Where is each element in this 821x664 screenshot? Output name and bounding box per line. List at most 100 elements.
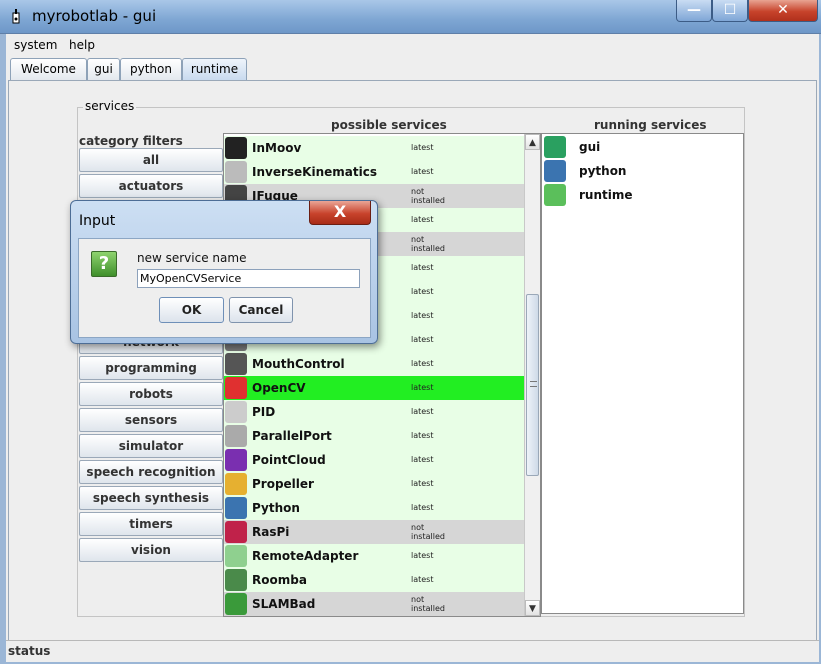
service-row[interactable]: SLAMBad not installed bbox=[224, 592, 524, 616]
service-status-line: installed bbox=[411, 196, 445, 205]
service-row[interactable]: Python latest bbox=[224, 496, 524, 520]
category-sensors-button[interactable]: sensors bbox=[79, 408, 223, 432]
service-status: latest bbox=[411, 359, 434, 368]
mouth-icon bbox=[225, 353, 247, 375]
running-service-name: python bbox=[579, 164, 627, 178]
service-name: InverseKinematics bbox=[252, 165, 377, 179]
tab-gui[interactable]: gui bbox=[87, 58, 120, 80]
service-row[interactable]: Propeller latest bbox=[224, 472, 524, 496]
running-service-row[interactable]: python bbox=[542, 159, 743, 183]
scroll-up-arrow-icon[interactable]: ▲ bbox=[525, 134, 540, 150]
menu-bar: system help bbox=[6, 34, 819, 56]
service-name-label: new service name bbox=[137, 251, 247, 265]
category-timers-button[interactable]: timers bbox=[79, 512, 223, 536]
service-name: PointCloud bbox=[252, 453, 326, 467]
category-actuators-button[interactable]: actuators bbox=[79, 174, 223, 198]
gui-icon bbox=[544, 136, 566, 158]
service-row[interactable]: RasPi not installed bbox=[224, 520, 524, 544]
service-name: RasPi bbox=[252, 525, 290, 539]
service-status-line: latest bbox=[411, 431, 434, 440]
service-status-line: latest bbox=[411, 167, 434, 176]
service-status: latest bbox=[411, 143, 434, 152]
service-name-input[interactable] bbox=[137, 269, 360, 288]
service-name: OpenCV bbox=[252, 381, 306, 395]
maximize-button[interactable]: ☐ bbox=[712, 0, 748, 22]
scroll-down-arrow-icon[interactable]: ▼ bbox=[525, 600, 540, 616]
service-status-line: latest bbox=[411, 287, 434, 296]
scroll-thumb[interactable] bbox=[526, 294, 539, 476]
service-status: not installed bbox=[411, 235, 445, 253]
app-icon bbox=[12, 9, 20, 24]
tab-welcome[interactable]: Welcome bbox=[10, 58, 87, 80]
service-status-line: not bbox=[411, 523, 425, 532]
menu-system[interactable]: system bbox=[14, 38, 57, 52]
service-row[interactable]: Roomba latest bbox=[224, 568, 524, 592]
python-icon bbox=[225, 497, 247, 519]
service-status-line: latest bbox=[411, 455, 434, 464]
category-simulator-button[interactable]: simulator bbox=[79, 434, 223, 458]
service-status: not installed bbox=[411, 523, 445, 541]
service-row[interactable]: MouthControl latest bbox=[224, 352, 524, 376]
service-row[interactable]: PointCloud latest bbox=[224, 448, 524, 472]
service-status-line: latest bbox=[411, 503, 434, 512]
service-row[interactable]: ParallelPort latest bbox=[224, 424, 524, 448]
category-speech-recognition-button[interactable]: speech recognition bbox=[79, 460, 223, 484]
tab-runtime[interactable]: runtime bbox=[182, 58, 247, 81]
status-label: status bbox=[8, 644, 51, 658]
graph-icon bbox=[225, 401, 247, 423]
service-row[interactable]: InMoov latest bbox=[224, 136, 524, 160]
service-status-line: latest bbox=[411, 383, 434, 392]
service-status-line: latest bbox=[411, 263, 434, 272]
service-status-line: installed bbox=[411, 604, 445, 613]
service-name: ParallelPort bbox=[252, 429, 332, 443]
service-name: PID bbox=[252, 405, 276, 419]
service-row[interactable]: PID latest bbox=[224, 400, 524, 424]
ok-button[interactable]: OK bbox=[159, 297, 224, 323]
service-status: latest bbox=[411, 479, 434, 488]
service-status-line: latest bbox=[411, 407, 434, 416]
running-service-name: gui bbox=[579, 140, 601, 154]
menu-help[interactable]: help bbox=[69, 38, 95, 52]
category-programming-button[interactable]: programming bbox=[79, 356, 223, 380]
service-name: RemoteAdapter bbox=[252, 549, 359, 563]
bug-icon bbox=[225, 593, 247, 615]
window-title: myrobotlab - gui bbox=[32, 7, 157, 25]
service-status-line: installed bbox=[411, 244, 445, 253]
possible-services-scrollbar[interactable]: ▲ ▼ bbox=[524, 134, 540, 616]
question-icon: ? bbox=[91, 251, 117, 277]
service-status: latest bbox=[411, 311, 434, 320]
service-row[interactable]: InverseKinematics latest bbox=[224, 160, 524, 184]
service-status-line: latest bbox=[411, 359, 434, 368]
service-status: latest bbox=[411, 455, 434, 464]
propeller-icon bbox=[225, 473, 247, 495]
category-robots-button[interactable]: robots bbox=[79, 382, 223, 406]
minimize-button[interactable]: — bbox=[676, 0, 712, 22]
service-name: SLAMBad bbox=[252, 597, 316, 611]
title-bar: myrobotlab - gui — ☐ ✕ bbox=[0, 0, 821, 34]
service-row[interactable]: OpenCV latest bbox=[224, 376, 524, 400]
service-status-line: latest bbox=[411, 215, 434, 224]
category-all-button[interactable]: all bbox=[79, 148, 223, 172]
service-status-line: not bbox=[411, 235, 425, 244]
service-status-line: latest bbox=[411, 575, 434, 584]
category-vision-button[interactable]: vision bbox=[79, 538, 223, 562]
running-service-row[interactable]: runtime bbox=[542, 183, 743, 207]
printer-icon bbox=[225, 425, 247, 447]
close-button[interactable]: ✕ bbox=[748, 0, 818, 22]
running-services-list: gui python runtime bbox=[541, 133, 744, 614]
service-status-line: latest bbox=[411, 335, 434, 344]
category-speech-synthesis-button[interactable]: speech synthesis bbox=[79, 486, 223, 510]
cancel-button[interactable]: Cancel bbox=[229, 297, 293, 323]
running-services-title: running services bbox=[594, 118, 707, 132]
tab-python[interactable]: python bbox=[120, 58, 182, 80]
service-status: latest bbox=[411, 287, 434, 296]
dialog-body: ? new service name OK Cancel bbox=[78, 238, 371, 338]
service-status: not installed bbox=[411, 595, 445, 613]
raspberry-icon bbox=[225, 521, 247, 543]
running-service-row[interactable]: gui bbox=[542, 135, 743, 159]
services-legend: services bbox=[83, 99, 137, 113]
service-status-line: not bbox=[411, 595, 425, 604]
service-status: latest bbox=[411, 383, 434, 392]
service-row[interactable]: RemoteAdapter latest bbox=[224, 544, 524, 568]
dialog-close-button[interactable]: X bbox=[309, 201, 371, 225]
